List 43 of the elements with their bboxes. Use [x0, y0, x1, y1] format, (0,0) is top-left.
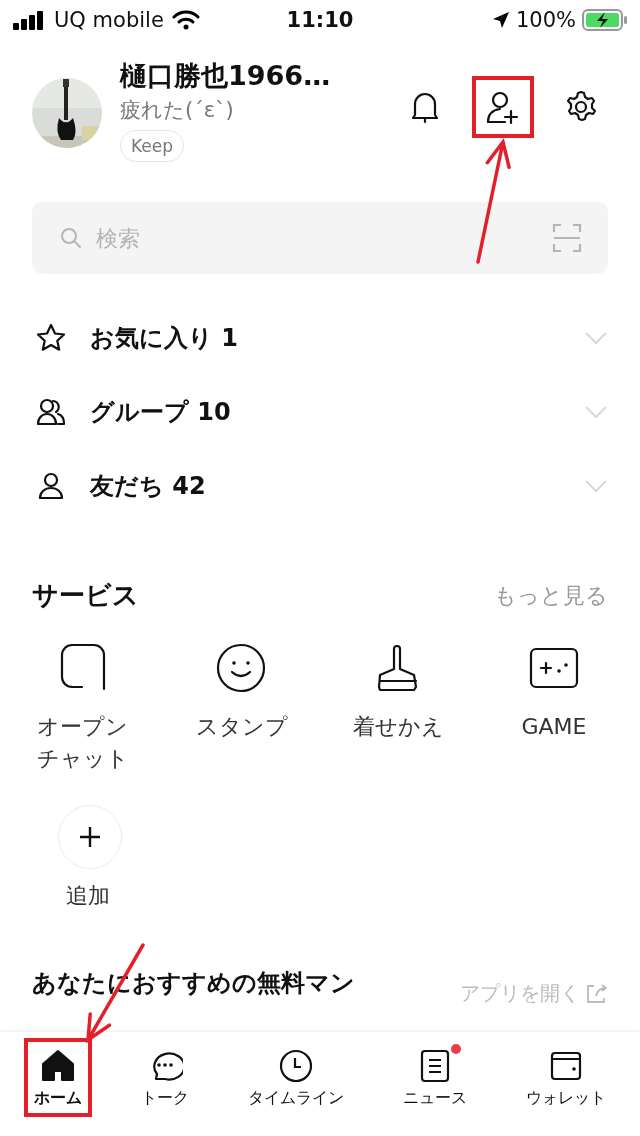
- location-icon: [491, 11, 510, 29]
- battery-percent: 100%: [515, 8, 576, 32]
- section-label: 友だち 42: [90, 471, 207, 502]
- service-item[interactable]: スタンプ: [164, 643, 320, 775]
- tab[interactable]: タイムライン: [237, 1038, 354, 1117]
- group-icon: [36, 397, 66, 427]
- service-item[interactable]: GAME: [476, 643, 632, 775]
- star-icon: [36, 323, 66, 353]
- chevron-down-icon: [584, 479, 608, 493]
- status-message: 疲れた(´ε`): [120, 97, 234, 124]
- list-row[interactable]: お気に入り 1: [0, 316, 640, 360]
- service-item[interactable]: オープンチャット: [8, 643, 164, 775]
- search-icon: [60, 227, 82, 249]
- add-friend-icon: [485, 89, 521, 125]
- list-row[interactable]: グループ 10: [0, 390, 640, 434]
- service-item[interactable]: 着せかえ: [320, 643, 476, 775]
- tab[interactable]: ニュース: [393, 1038, 478, 1117]
- tab[interactable]: ホーム: [23, 1038, 92, 1117]
- scan-icon: [552, 223, 582, 253]
- tab[interactable]: トーク: [130, 1038, 199, 1117]
- add-label: 追加: [66, 882, 110, 910]
- person-icon: [36, 471, 66, 501]
- section-label: グループ 10: [90, 397, 232, 428]
- list-row[interactable]: 友だち 42: [0, 464, 640, 508]
- chevron-down-icon: [584, 331, 608, 345]
- chevron-down-icon: [584, 405, 608, 419]
- clock-time: 11:10: [286, 8, 354, 32]
- search-field[interactable]: 検索: [94, 224, 540, 252]
- battery-icon: [582, 9, 628, 31]
- wifi-icon: [171, 10, 200, 30]
- home-icon: [39, 1048, 76, 1084]
- smiley-icon: [216, 643, 268, 695]
- carrier-name: UQ mobile: [54, 8, 164, 32]
- profile-name: 樋口勝也1966…: [120, 59, 331, 93]
- section-title: サービス: [32, 579, 139, 612]
- tab[interactable]: ウォレット: [516, 1038, 617, 1117]
- plus-icon: [78, 825, 102, 849]
- signal-icon: [12, 10, 46, 30]
- clock-icon: [277, 1048, 314, 1084]
- add-friend-button[interactable]: [472, 76, 534, 138]
- section-label: お気に入り 1: [90, 323, 240, 354]
- share-icon: [586, 983, 608, 1004]
- search-bar[interactable]: 検索: [32, 202, 608, 274]
